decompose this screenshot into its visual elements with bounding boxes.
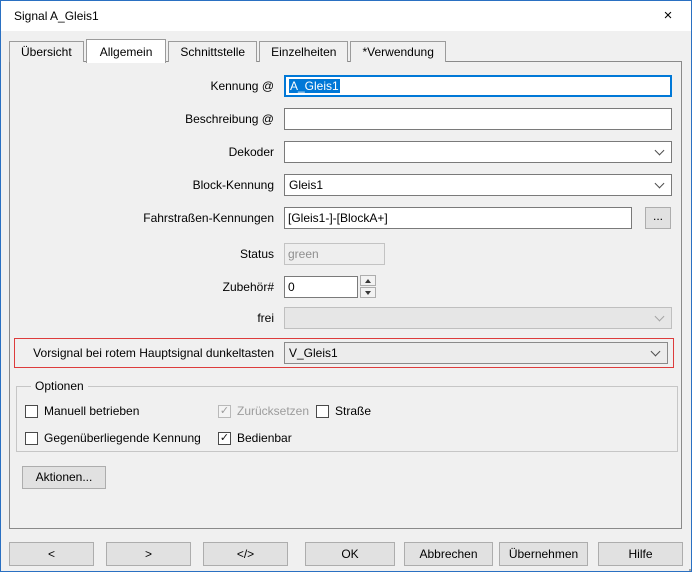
checkbox-icon <box>316 405 329 418</box>
apply-button[interactable]: Übernehmen <box>499 542 588 566</box>
checkbox-manuell-betrieben[interactable]: Manuell betrieben <box>25 404 139 418</box>
back-button[interactable]: < <box>9 542 94 566</box>
block-kennung-label: Block-Kennung <box>10 178 274 192</box>
row-zubehoer: Zubehör# <box>10 275 681 298</box>
chevron-down-icon <box>651 347 661 357</box>
tab-verwendung[interactable]: *Verwendung <box>350 41 445 62</box>
vorsignal-value: V_Gleis1 <box>289 346 338 360</box>
checkbox-label: Straße <box>335 404 371 418</box>
checkbox-label: Manuell betrieben <box>44 404 139 418</box>
beschreibung-label: Beschreibung @ <box>10 112 274 126</box>
row-beschreibung: Beschreibung @ <box>10 108 681 130</box>
close-icon[interactable]: × <box>645 1 691 31</box>
checkbox-checked-icon: ✓ <box>218 432 231 445</box>
tab-strip: Übersicht Allgemein Schnittstelle Einzel… <box>9 38 448 62</box>
row-fahrstrassen: Fahrstraßen-Kennungen ... <box>10 207 681 229</box>
optionen-title: Optionen <box>31 379 88 393</box>
fahrstrassen-label: Fahrstraßen-Kennungen <box>10 211 274 225</box>
row-frei: frei <box>10 307 681 329</box>
cancel-button[interactable]: Abbrechen <box>404 542 493 566</box>
row-dekoder: Dekoder <box>10 141 681 163</box>
dekoder-label: Dekoder <box>10 145 274 159</box>
tab-uebersicht[interactable]: Übersicht <box>9 41 84 62</box>
tab-einzelheiten[interactable]: Einzelheiten <box>259 41 348 62</box>
spinner-down-button[interactable] <box>360 287 376 298</box>
kennung-input[interactable]: A_Gleis1 <box>284 75 672 97</box>
code-view-button[interactable]: </> <box>203 542 288 566</box>
spinner-up-button[interactable] <box>360 275 376 286</box>
checkbox-label: Bedienbar <box>237 431 292 445</box>
checkbox-bedienbar[interactable]: ✓ Bedienbar <box>218 431 292 445</box>
resize-grip-icon[interactable] <box>685 565 687 567</box>
chevron-down-icon <box>655 179 665 189</box>
tab-allgemein[interactable]: Allgemein <box>86 39 167 63</box>
checkbox-checked-icon: ✓ <box>218 405 231 418</box>
dialog-window: Signal A_Gleis1 × Übersicht Allgemein Sc… <box>0 0 692 572</box>
block-kennung-combobox[interactable]: Gleis1 <box>284 174 672 196</box>
fahrstrassen-input[interactable] <box>284 207 632 229</box>
status-input <box>284 243 385 265</box>
tab-schnittstelle[interactable]: Schnittstelle <box>168 41 257 62</box>
dekoder-combobox[interactable] <box>284 141 672 163</box>
checkbox-icon <box>25 432 38 445</box>
optionen-groupbox: Optionen Manuell betrieben ✓ Zurücksetze… <box>16 386 678 452</box>
frei-combobox <box>284 307 672 329</box>
status-label: Status <box>10 247 274 261</box>
checkbox-label: Gegenüberliegende Kennung <box>44 431 201 445</box>
vorsignal-highlighted-row: Vorsignal bei rotem Hauptsignal dunkelta… <box>14 338 674 368</box>
checkbox-gegenueberliegende-kennung[interactable]: Gegenüberliegende Kennung <box>25 431 201 445</box>
fahrstrassen-browse-button[interactable]: ... <box>645 207 671 229</box>
kennung-label: Kennung @ <box>10 79 274 93</box>
zubehoer-input[interactable] <box>284 276 358 298</box>
spinner-up-icon <box>365 279 371 283</box>
aktionen-button[interactable]: Aktionen... <box>22 466 106 489</box>
checkbox-label: Zurücksetzen <box>237 404 309 418</box>
zubehoer-spinner <box>360 275 376 298</box>
checkbox-icon <box>25 405 38 418</box>
spinner-down-icon <box>365 291 371 295</box>
row-block-kennung: Block-Kennung Gleis1 <box>10 174 681 196</box>
chevron-down-icon <box>655 312 665 322</box>
title-bar: Signal A_Gleis1 × <box>1 1 691 31</box>
chevron-down-icon <box>655 146 665 156</box>
checkbox-zuruecksetzen: ✓ Zurücksetzen <box>218 404 309 418</box>
block-kennung-value: Gleis1 <box>289 178 323 192</box>
frei-label: frei <box>10 311 274 325</box>
vorsignal-label: Vorsignal bei rotem Hauptsignal dunkelta… <box>15 346 274 360</box>
window-title: Signal A_Gleis1 <box>14 1 99 31</box>
vorsignal-combobox[interactable]: V_Gleis1 <box>284 342 668 364</box>
tab-page-allgemein: Kennung @ A_Gleis1 Beschreibung @ Dekode… <box>9 61 682 529</box>
ok-button[interactable]: OK <box>305 542 395 566</box>
help-button[interactable]: Hilfe <box>598 542 683 566</box>
row-kennung: Kennung @ A_Gleis1 <box>10 75 681 97</box>
checkbox-strasse[interactable]: Straße <box>316 404 371 418</box>
kennung-selected-text: A_Gleis1 <box>289 79 340 93</box>
forward-button[interactable]: > <box>106 542 191 566</box>
beschreibung-input[interactable] <box>284 108 672 130</box>
zubehoer-label: Zubehör# <box>10 280 274 294</box>
row-status: Status <box>10 243 681 265</box>
